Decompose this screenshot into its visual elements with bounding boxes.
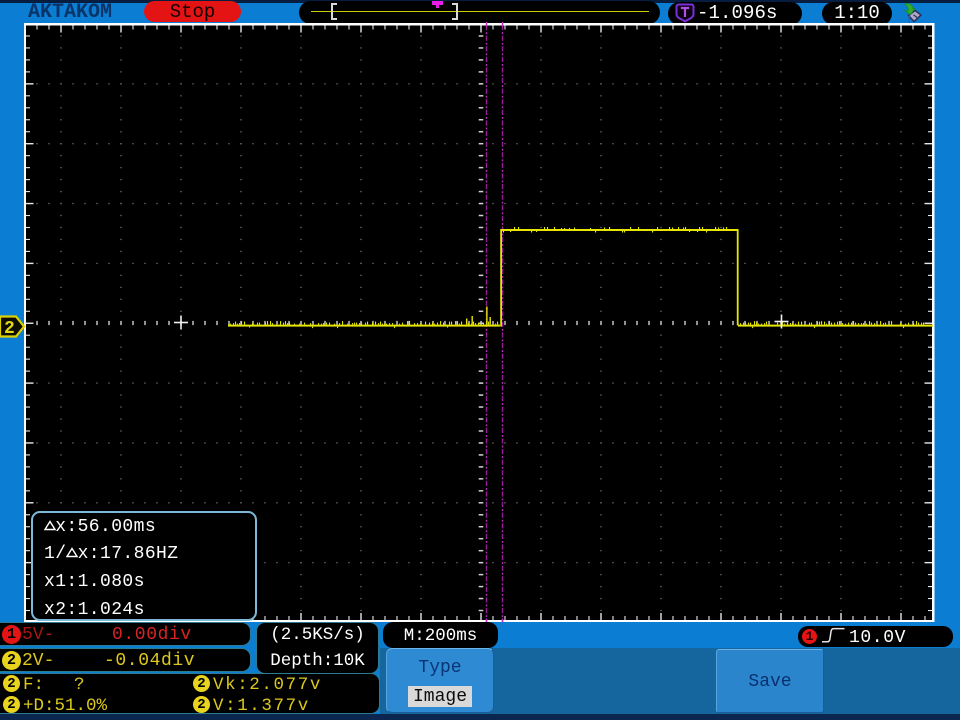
svg-text:2: 2 — [4, 319, 15, 339]
